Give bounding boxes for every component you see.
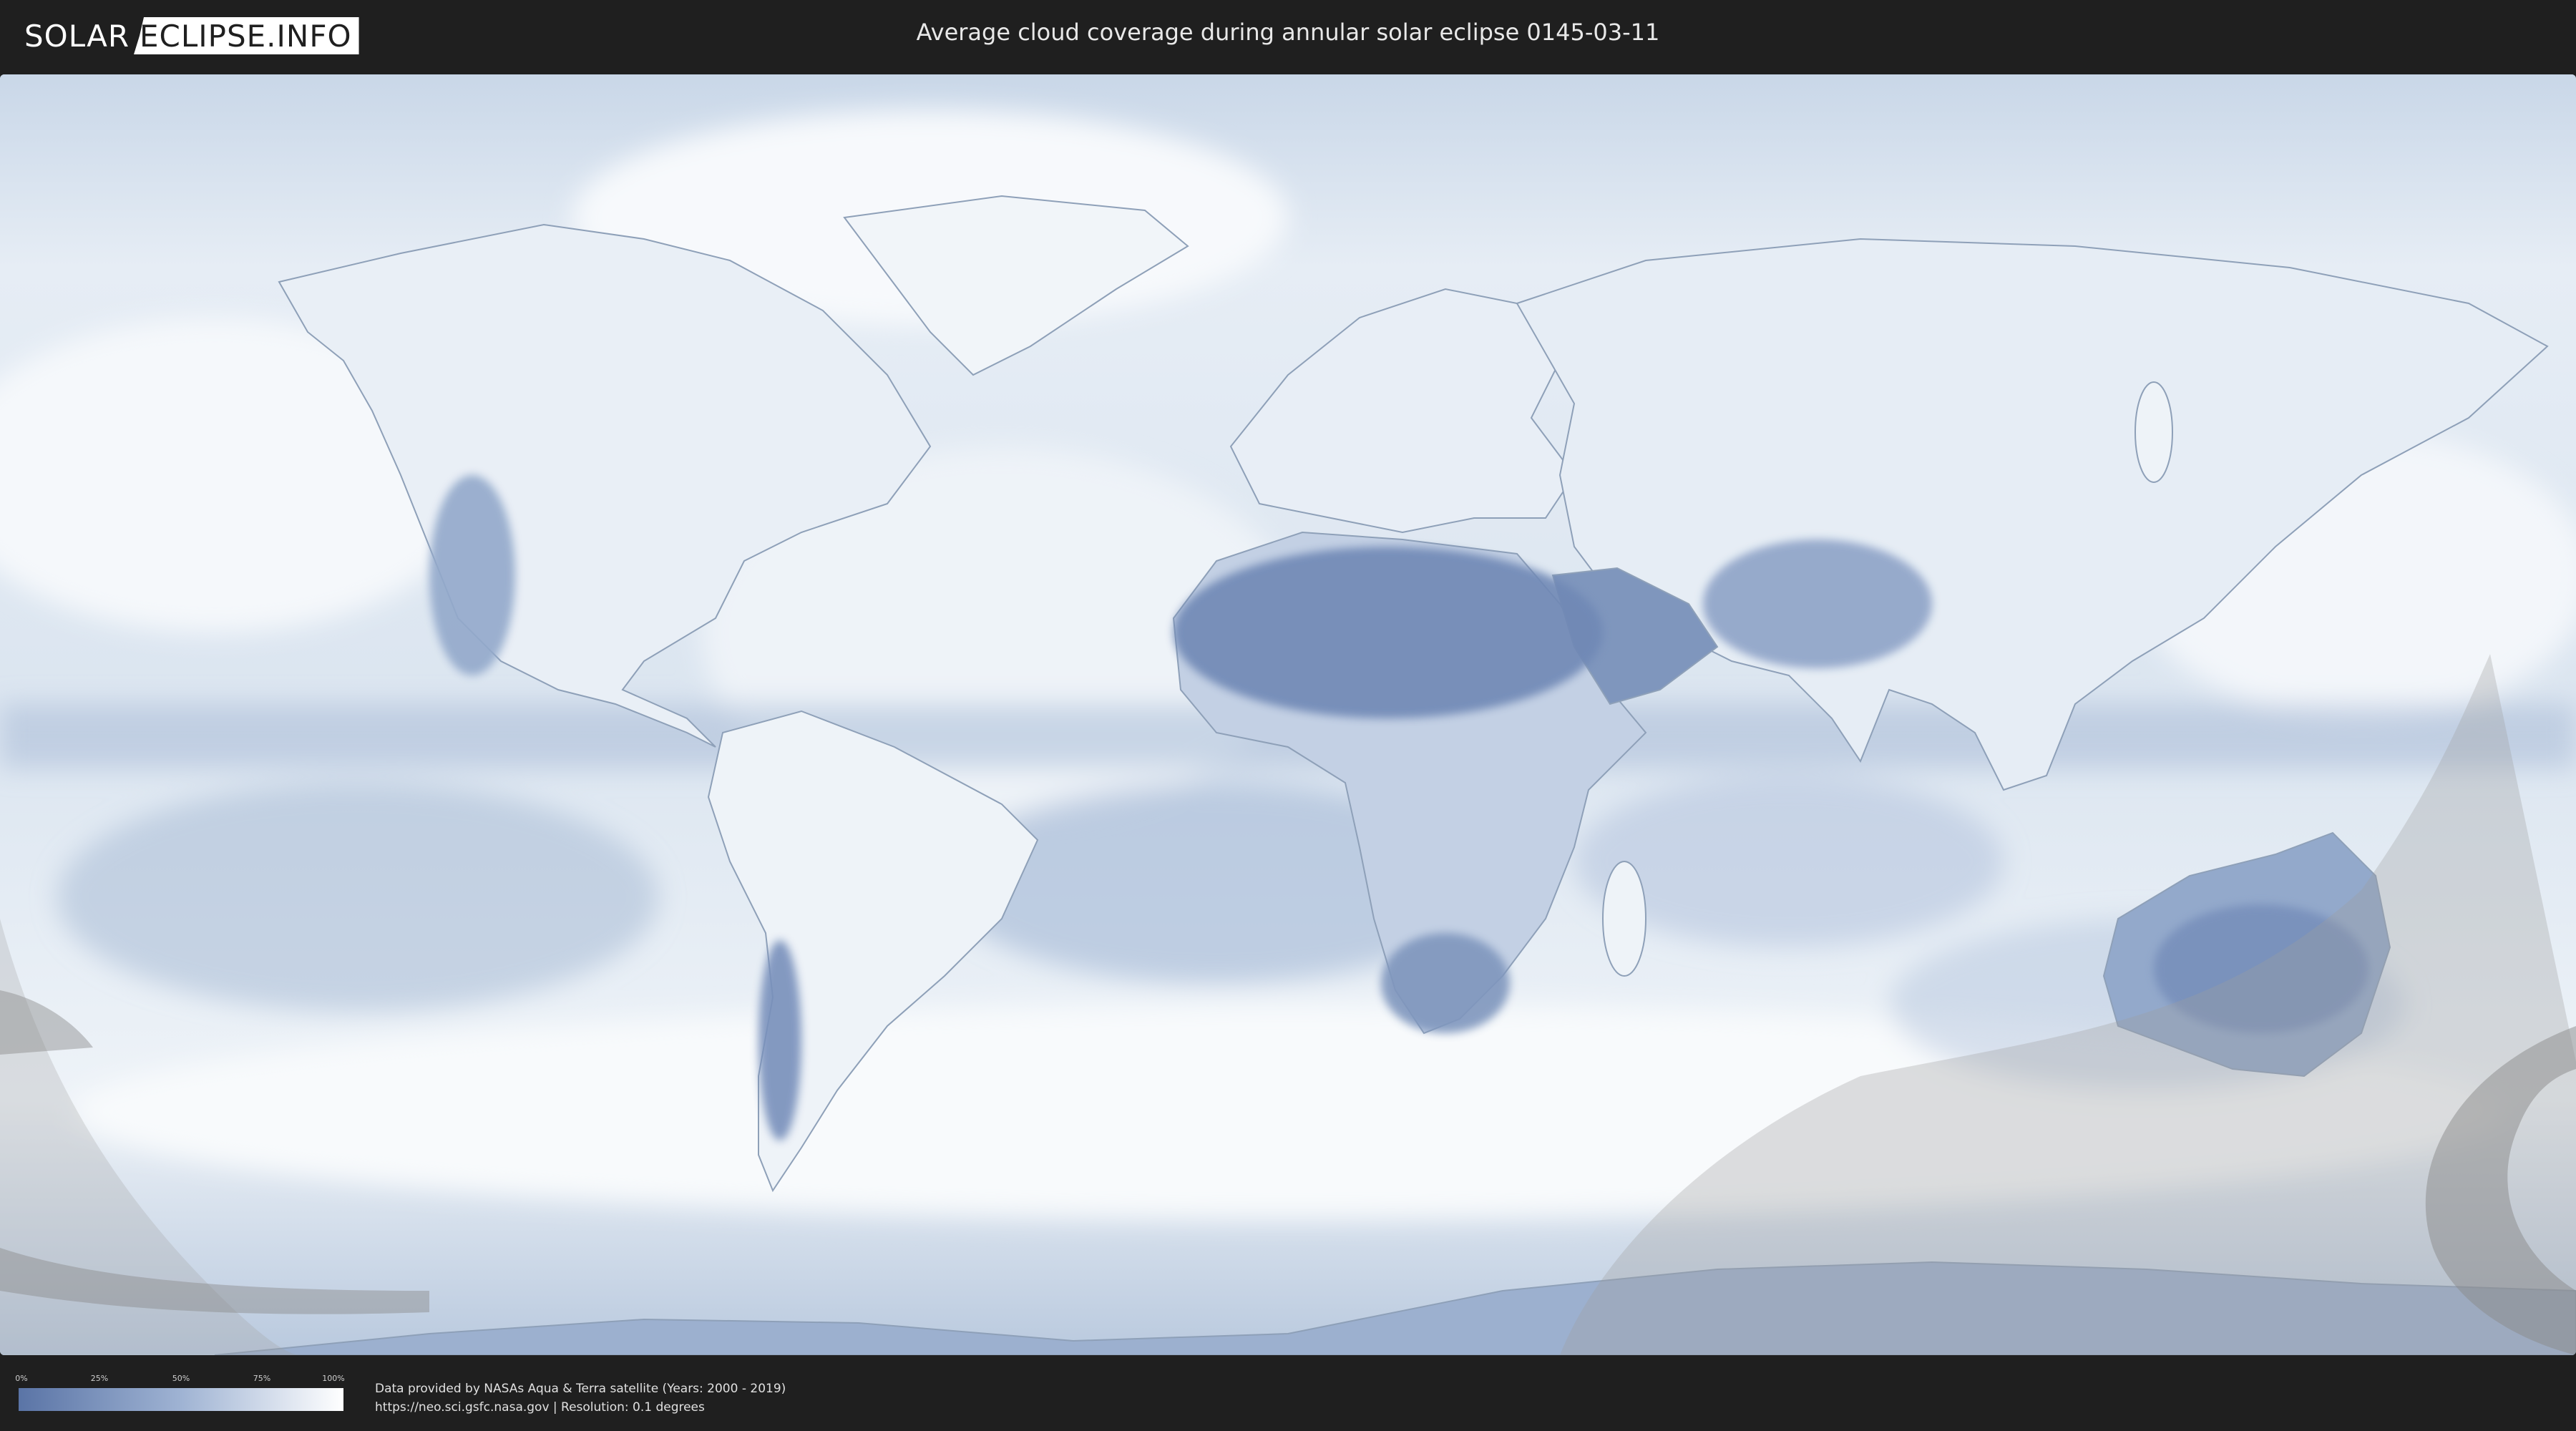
legend-tick-25: 25%	[90, 1374, 109, 1383]
madagascar	[1602, 861, 1646, 977]
footer: 0% 25% 50% 75% 100% Data provided by NAS…	[0, 1358, 2576, 1431]
legend-tick-50: 50%	[172, 1374, 190, 1383]
legend-tick-75: 75%	[253, 1374, 271, 1383]
legend-ticks: 0% 25% 50% 75% 100%	[15, 1374, 345, 1387]
credit-line-2[interactable]: https://neo.sci.gsfc.nasa.gov | Resoluti…	[375, 1398, 786, 1417]
header: SOLAR ECLIPSE.INFO Average cloud coverag…	[0, 0, 2576, 72]
legend-tick-100: 100%	[322, 1374, 345, 1383]
cloud-coverage-legend: 0% 25% 50% 75% 100%	[15, 1374, 345, 1411]
cloud-coverage-map[interactable]	[0, 74, 2576, 1355]
page-title: Average cloud coverage during annular so…	[916, 19, 1660, 46]
page: SOLAR ECLIPSE.INFO Average cloud coverag…	[0, 0, 2576, 1431]
japan	[2135, 381, 2173, 483]
credit-line-1: Data provided by NASAs Aqua & Terra sate…	[375, 1382, 786, 1396]
legend-color-bar	[19, 1388, 343, 1411]
world-map-svg	[0, 74, 2576, 1355]
legend-tick-0: 0%	[15, 1374, 28, 1383]
data-credit: Data provided by NASAs Aqua & Terra sate…	[375, 1379, 786, 1417]
